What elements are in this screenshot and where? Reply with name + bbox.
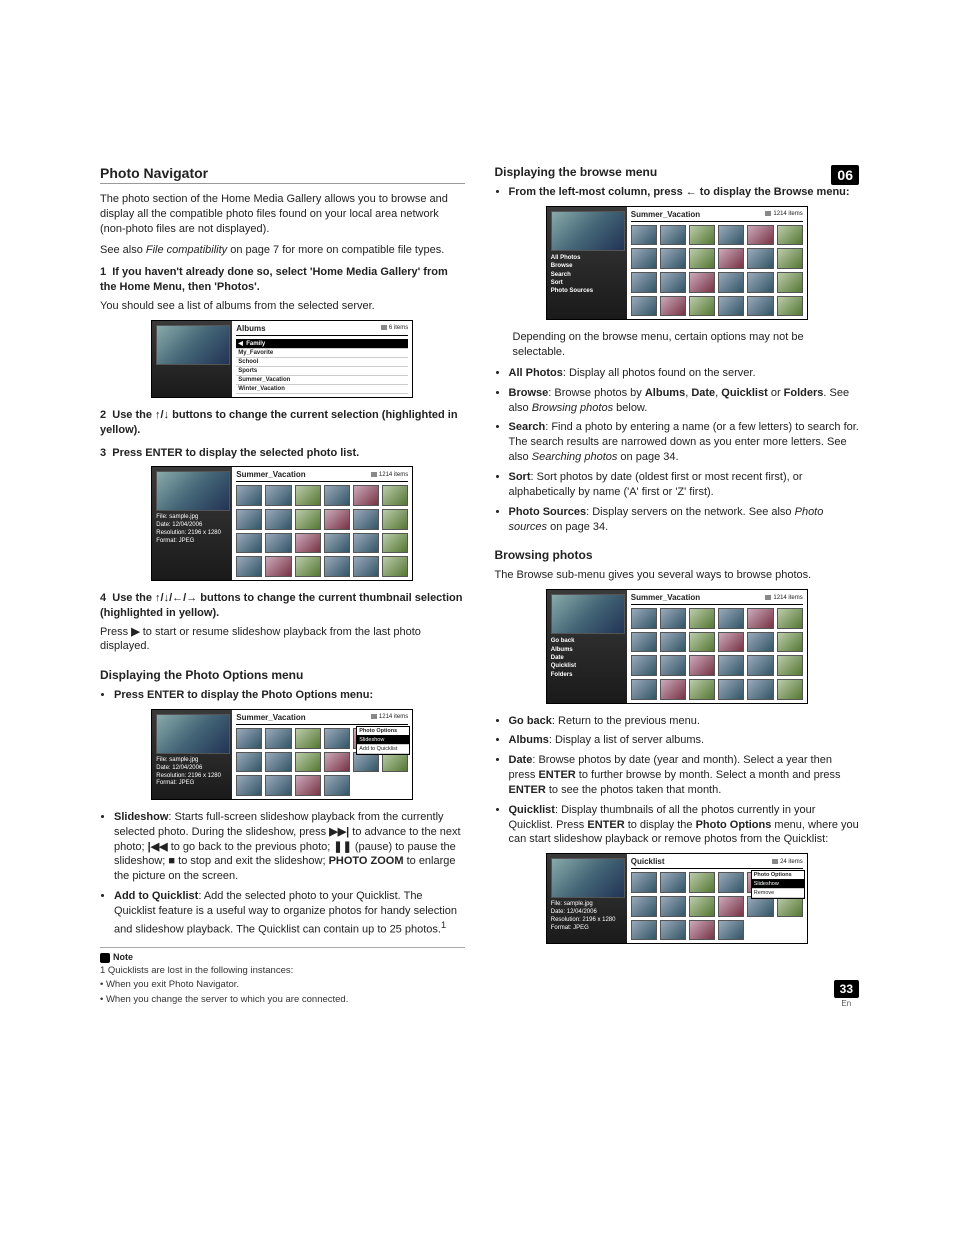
screenshot-browse-menu: All Photos Browse Search Sort Photo Sour… (546, 206, 808, 320)
right-column: Displaying the browse menu From the left… (495, 165, 860, 1008)
footnote-line: 1 Quicklists are lost in the following i… (100, 965, 465, 977)
photo-options-list: Slideshow: Starts full-screen slideshow … (114, 810, 465, 937)
browse-intro: From the left-most column, press ← to di… (509, 185, 860, 200)
browse-options-list: All Photos: Display all photos found on … (509, 366, 860, 534)
see-also-text: See also File compatibility on page 7 fo… (100, 243, 465, 258)
left-arrow-icon: ← (686, 186, 697, 198)
play-icon: ▶ (131, 626, 139, 638)
left-column: Photo Navigator The photo section of the… (100, 165, 465, 1008)
arrow-keys-icon: ↑/↓/←/→ (155, 592, 197, 604)
step-4: 4 Use the ↑/↓/←/→ buttons to change the … (100, 591, 465, 621)
step-1-after: You should see a list of albums from the… (100, 299, 465, 314)
screenshot-albums: Albums6 items ◀ Family My_Favorite Schoo… (151, 320, 413, 398)
footnote-line: • When you change the server to which yo… (100, 994, 465, 1006)
step-3: 3 Press ENTER to display the selected ph… (100, 446, 465, 461)
next-icon: ▶▶| (329, 826, 349, 838)
page: 06 Photo Navigator The photo section of … (0, 0, 954, 1048)
depending-note: Depending on the browse menu, certain op… (513, 330, 860, 360)
up-down-arrows-icon: ↑/↓ (155, 409, 169, 421)
step-2: 2 Use the ↑/↓ buttons to change the curr… (100, 408, 465, 438)
intro-text: The photo section of the Home Media Gall… (100, 192, 465, 237)
prev-icon: |◀◀ (148, 841, 168, 853)
screenshot-photo-grid: File: sample.jpg Date: 12/04/2006 Resolu… (151, 466, 413, 580)
screenshot-quicklist: File: sample.jpg Date: 12/04/2006 Resolu… (546, 853, 808, 944)
browsing-intro: The Browse sub-menu gives you several wa… (495, 568, 860, 583)
pause-icon: ❚❚ (333, 841, 351, 853)
browse-submenu-list: Go back: Return to the previous menu. Al… (509, 714, 860, 848)
screenshot-photo-options: File: sample.jpg Date: 12/04/2006 Resolu… (151, 709, 413, 800)
step-1: 1 If you haven't already done so, select… (100, 265, 465, 295)
section-heading: Photo Navigator (100, 165, 465, 184)
footnote-separator (100, 947, 465, 948)
page-number: 33 En (834, 980, 859, 1008)
browsing-photos-heading: Browsing photos (495, 548, 860, 562)
photo-options-intro: Press ENTER to display the Photo Options… (114, 688, 465, 703)
photo-options-heading: Displaying the Photo Options menu (100, 668, 465, 682)
chapter-badge: 06 (831, 165, 859, 185)
step-4-after: Press ▶ to start or resume slideshow pla… (100, 625, 465, 655)
screenshot-browse-submenu: Go back Albums Date Quicklist Folders Su… (546, 589, 808, 703)
note-label: Note (100, 952, 465, 963)
footnote-line: • When you exit Photo Navigator. (100, 979, 465, 991)
stop-icon: ■ (168, 855, 175, 867)
browse-heading: Displaying the browse menu (495, 165, 860, 179)
